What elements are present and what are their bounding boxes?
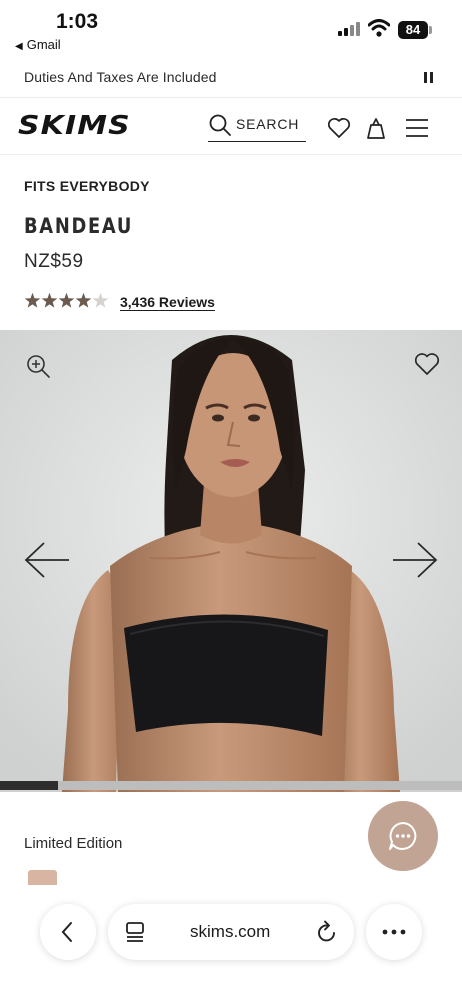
chat-bubble-icon (389, 822, 417, 850)
star-rating (24, 292, 109, 308)
star-icon (58, 292, 75, 308)
promo-banner: Duties And Taxes Are Included (0, 58, 462, 98)
skims-logo[interactable]: SKIMS (18, 111, 131, 141)
star-icon (41, 292, 58, 308)
battery-level: 84 (398, 21, 428, 39)
wifi-icon (368, 19, 390, 37)
arrow-right-icon[interactable] (392, 541, 438, 579)
wishlist-heart-icon[interactable] (414, 352, 440, 376)
browser-back-button[interactable] (40, 904, 96, 960)
back-triangle-icon: ◀ (15, 41, 23, 52)
browser-more-button[interactable] (366, 904, 422, 960)
more-dots-icon (382, 929, 406, 935)
star-icon (75, 292, 92, 308)
search-label: SEARCH (236, 116, 300, 132)
pause-banner-button[interactable] (423, 71, 435, 85)
status-bar: 1:03 ◀ Gmail 84 (0, 0, 462, 58)
zoom-in-icon[interactable] (26, 354, 50, 378)
arrow-left-icon[interactable] (24, 541, 70, 579)
cellular-signal-icon (338, 22, 362, 36)
product-eyebrow: FITS EVERYBODY (24, 178, 150, 194)
gallery-progress-bar (0, 781, 462, 790)
star-icon (92, 292, 109, 308)
product-title: BANDEAU (24, 214, 134, 238)
chat-button[interactable] (368, 801, 438, 871)
site-header: SKIMS SEARCH (0, 99, 462, 155)
heart-icon[interactable] (327, 117, 351, 139)
bag-icon[interactable] (365, 116, 387, 140)
search-icon (209, 114, 231, 136)
hamburger-menu-icon[interactable] (405, 118, 429, 138)
gallery-progress-fill (0, 781, 58, 790)
promo-text: Duties And Taxes Are Included (24, 69, 217, 85)
back-to-app-link[interactable]: ◀ Gmail (15, 37, 61, 52)
edition-label: Limited Edition (24, 835, 123, 852)
reviews-link[interactable]: 3,436 Reviews (120, 294, 215, 310)
battery-cap (429, 26, 432, 34)
url-text[interactable]: skims.com (190, 922, 270, 942)
reload-icon[interactable] (316, 920, 338, 944)
chevron-left-icon (61, 922, 72, 942)
star-icon (24, 292, 41, 308)
tabs-icon (126, 922, 144, 942)
status-time: 1:03 (56, 10, 99, 33)
product-price: NZ$59 (24, 251, 84, 272)
search-button[interactable]: SEARCH (208, 111, 306, 142)
color-swatch[interactable] (28, 870, 57, 885)
back-app-label: Gmail (26, 37, 61, 52)
